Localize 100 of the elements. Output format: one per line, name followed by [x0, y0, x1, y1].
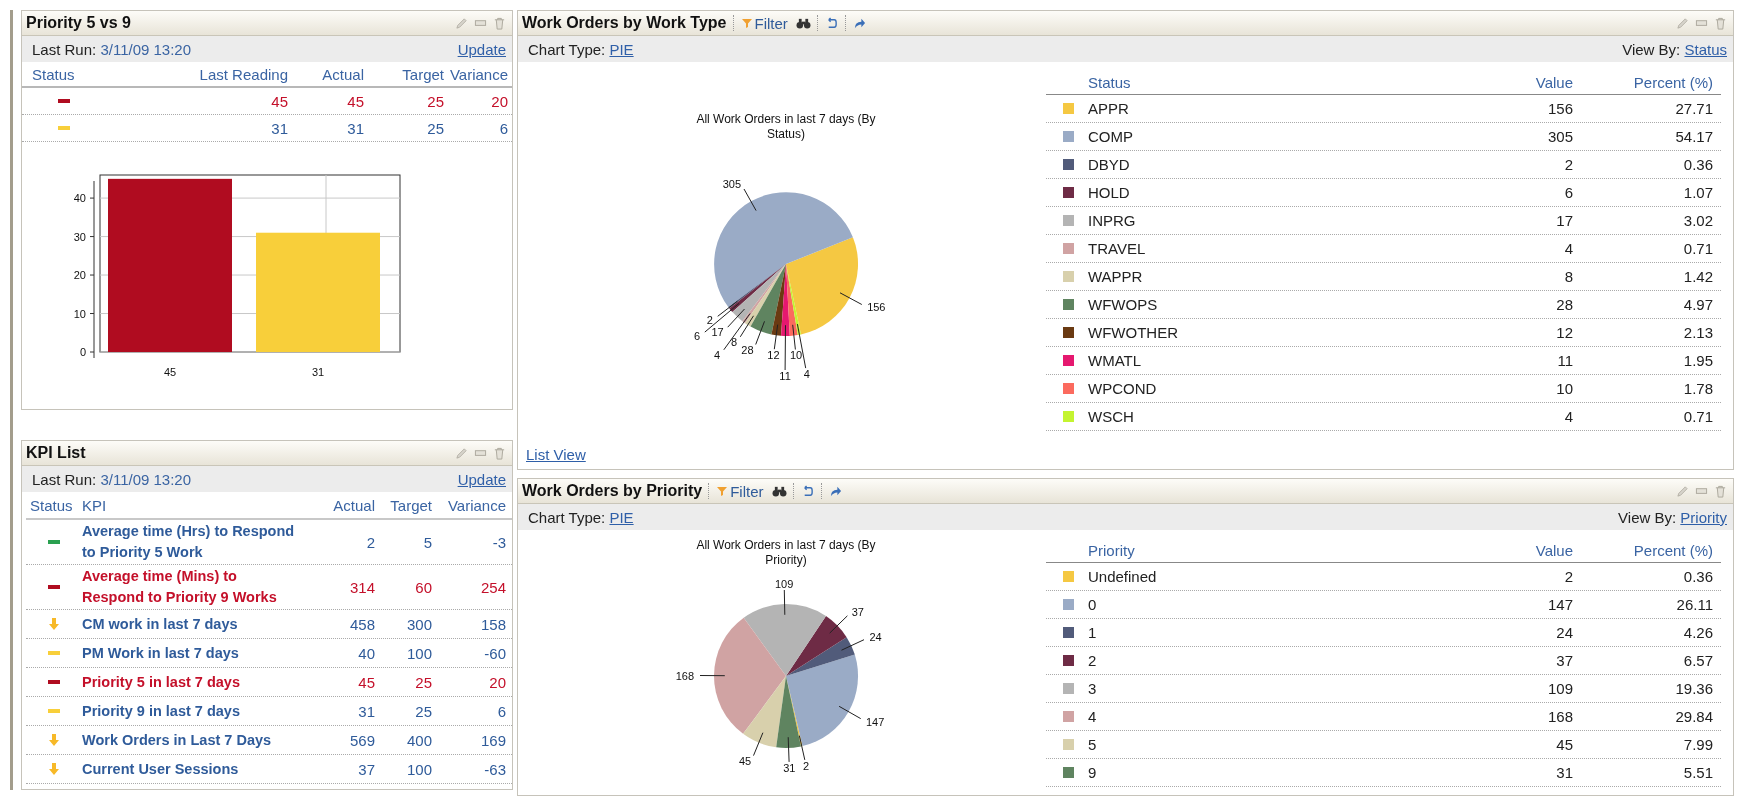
table-cell-text: 1.78	[1682, 380, 1713, 397]
table-cell-text: 2	[1563, 156, 1573, 173]
trash-icon[interactable]	[493, 446, 506, 460]
column-header: Actual	[321, 65, 364, 83]
chart-type-link[interactable]: PIE	[609, 40, 634, 58]
list-view-link[interactable]: List View	[526, 446, 586, 469]
table-cell-text: APPR	[1088, 100, 1130, 117]
table-cell-text: 4.26	[1682, 624, 1713, 641]
table-cell-text: 45	[357, 673, 375, 691]
data-label: 24	[869, 631, 882, 644]
table-cell-text: 458	[348, 615, 375, 633]
axis-tick-label: 45	[163, 366, 177, 378]
view-by-label: View By:	[1618, 508, 1677, 526]
trash-icon[interactable]	[493, 16, 506, 30]
table-cell-text: 54.17	[1674, 128, 1713, 145]
column-header: Variance	[446, 496, 506, 514]
trash-icon[interactable]	[1714, 16, 1727, 30]
data-label: 109	[775, 578, 794, 590]
run-time: 3/11/09 13:20	[100, 470, 192, 488]
table-cell-text: 28	[1555, 296, 1573, 313]
table-cell-text: 147	[1546, 596, 1573, 613]
data-label: 11	[779, 370, 791, 382]
data-label: 147	[865, 715, 885, 728]
table-cell-text: WAPPR	[1088, 268, 1144, 285]
data-label: 4	[803, 368, 810, 381]
view-by-link[interactable]: Priority	[1680, 508, 1727, 526]
table-cell-text: 6.57	[1682, 652, 1713, 669]
table-cell-text: 4.97	[1682, 296, 1713, 313]
axis-tick-label: 30	[73, 230, 86, 243]
funnel-icon	[717, 486, 728, 496]
filter-button[interactable]: Filter	[715, 482, 766, 500]
table-cell-text: 8	[1563, 268, 1573, 285]
table-cell-text: 40	[357, 644, 375, 662]
table-cell-text: 25	[426, 92, 444, 110]
leader-line	[753, 732, 764, 757]
table-cell-text: 0.36	[1682, 156, 1713, 173]
kpi-name[interactable]: Average time (Hrs) to Respond to Priority 5 Work	[82, 521, 300, 563]
table-cell-text: -63	[483, 760, 506, 778]
axis-tick-label: 31	[311, 366, 325, 378]
leader-line	[798, 735, 806, 761]
table-cell-text: 109	[1546, 680, 1573, 697]
kpi-name[interactable]: Priority 5 in last 7 days	[82, 671, 300, 693]
table-cell-text: 100	[405, 760, 432, 778]
view-by-label: View By:	[1622, 40, 1681, 58]
kpi-name[interactable]: Average time (Mins) to Respond to Priority 9 Works	[82, 566, 300, 608]
table-cell-text: 7.99	[1682, 736, 1713, 753]
chart-type-link[interactable]: PIE	[609, 508, 634, 526]
table-cell-text: 300	[405, 615, 432, 633]
data-label: 45	[738, 755, 752, 768]
trash-icon[interactable]	[1714, 484, 1727, 498]
column-header: Priority	[1088, 541, 1136, 559]
update-link[interactable]: Update	[457, 40, 506, 58]
table-cell-text: 1	[1088, 624, 1098, 641]
pencil-icon[interactable]	[455, 446, 468, 460]
table-cell-text: HOLD	[1088, 184, 1131, 201]
data-label: 37	[851, 605, 864, 618]
leader-line	[838, 705, 862, 720]
column-header: KPI	[82, 496, 108, 514]
column-header: Value	[1534, 541, 1573, 559]
pencil-icon[interactable]	[1676, 16, 1689, 30]
data-label: 6	[694, 329, 701, 342]
axis-tick-label: 0	[79, 346, 86, 358]
filter-button[interactable]: Filter	[739, 14, 790, 32]
table-cell-text: 19.36	[1674, 680, 1713, 697]
column-header: Variance	[448, 65, 508, 83]
table-cell-text: 37	[1555, 652, 1573, 669]
column-header: Status	[1088, 73, 1132, 91]
table-cell-text: 2	[365, 533, 375, 551]
kpi-name[interactable]: CM work in last 7 days	[82, 613, 300, 635]
kpi-name[interactable]: Current User Sessions	[82, 758, 300, 780]
pencil-icon[interactable]	[1676, 484, 1689, 498]
table-cell-text: 20	[490, 92, 508, 110]
leader-line	[783, 589, 786, 616]
binoculars-icon[interactable]	[771, 484, 787, 498]
kpi-name[interactable]: PM Work in last 7 days	[82, 642, 300, 664]
table-cell-text: Undefined	[1088, 568, 1158, 585]
table-cell-text: COMP	[1088, 128, 1134, 145]
binoculars-icon[interactable]	[795, 16, 811, 30]
leader-line	[839, 292, 863, 305]
column-header: Target	[389, 496, 432, 514]
leader-line	[841, 639, 865, 651]
data-label: 12	[767, 349, 780, 362]
kpi-name[interactable]: Priority 9 in last 7 days	[82, 700, 300, 722]
table-cell-text: WPCOND	[1088, 380, 1158, 397]
table-cell-text: 31	[270, 119, 288, 137]
table-cell-text: 25	[414, 702, 432, 720]
table-cell-text: 314	[348, 578, 375, 596]
table-cell-text: WFWOPS	[1088, 296, 1159, 313]
run-time: 3/11/09 13:20	[100, 40, 192, 58]
view-by-link[interactable]: Status	[1684, 40, 1727, 58]
table-cell-text: 10	[1555, 380, 1573, 397]
column-header: Value	[1534, 73, 1573, 91]
table-cell-text: 12	[1555, 324, 1573, 341]
pencil-icon[interactable]	[455, 16, 468, 30]
table-cell-text: 17	[1555, 212, 1573, 229]
kpi-name[interactable]: Work Orders in Last 7 Days	[82, 729, 300, 751]
table-cell-text: 5	[1088, 736, 1098, 753]
table-cell-text: 11	[1556, 352, 1573, 369]
update-link[interactable]: Update	[457, 470, 506, 488]
table-cell-text: 569	[348, 731, 375, 749]
